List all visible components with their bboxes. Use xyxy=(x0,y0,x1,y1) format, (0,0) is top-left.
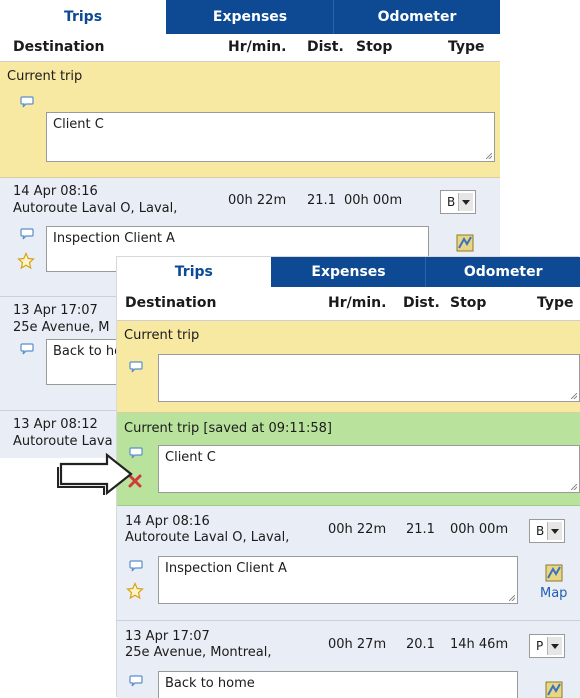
col-time: Hr/min. xyxy=(228,39,287,55)
trip-datetime: 14 Apr 08:16 xyxy=(13,184,98,199)
col-stop: Stop xyxy=(356,39,393,55)
col-distance: Dist. xyxy=(403,295,440,311)
tab-expenses[interactable]: Expenses xyxy=(167,0,334,34)
dropdown-arrow-icon xyxy=(458,193,473,211)
trip-datetime: 13 Apr 17:07 xyxy=(13,303,98,318)
tab-odometer[interactable]: Odometer xyxy=(426,257,580,287)
tab-trips[interactable]: Trips xyxy=(117,257,272,287)
col-destination: Destination xyxy=(13,39,105,55)
current-trip-row: Current trip xyxy=(117,321,580,413)
trip-type-select[interactable]: B xyxy=(440,190,476,214)
map-icon[interactable] xyxy=(545,564,563,582)
trips-panel-front: Trips Expenses Odometer Destination Hr/m… xyxy=(117,257,580,698)
map-icon[interactable] xyxy=(456,234,474,252)
current-trip-note[interactable] xyxy=(158,354,580,402)
trip-stop: 14h 46m xyxy=(450,637,509,652)
trip-distance: 21.1 xyxy=(406,522,435,537)
trip-type-select[interactable]: P xyxy=(529,634,565,658)
col-distance: Dist. xyxy=(307,39,344,55)
comment-bubble-icon[interactable] xyxy=(129,560,143,572)
saved-trip-row: Current trip [saved at 09:11:58] Client … xyxy=(117,413,580,506)
col-destination: Destination xyxy=(125,295,217,311)
column-header: Destination Hr/min. Dist. Stop Type xyxy=(117,287,580,321)
trip-datetime: 14 Apr 08:16 xyxy=(125,514,210,529)
trip-row: 14 Apr 08:16 Autoroute Laval O, Laval, 0… xyxy=(117,506,580,621)
dropdown-arrow-icon xyxy=(547,522,562,540)
trip-note[interactable]: Back to home xyxy=(158,671,518,698)
col-type: Type xyxy=(537,295,574,311)
trip-time: 00h 22m xyxy=(228,193,287,208)
current-trip-label: Current trip xyxy=(7,69,83,84)
trip-note[interactable]: Inspection Client A xyxy=(158,556,518,604)
comment-bubble-icon[interactable] xyxy=(20,96,34,108)
comment-bubble-icon[interactable] xyxy=(20,343,34,355)
comment-bubble-icon[interactable] xyxy=(20,228,34,240)
trip-type-value: B xyxy=(447,195,456,209)
tab-bar: Trips Expenses Odometer xyxy=(117,257,580,287)
trip-datetime: 13 Apr 08:12 xyxy=(13,417,98,432)
column-header: Destination Hr/min. Dist. Stop Type xyxy=(0,34,500,62)
saved-trip-note[interactable]: Client C xyxy=(158,445,580,493)
star-icon[interactable] xyxy=(17,252,35,270)
trip-address: Autoroute Laval O, Laval, xyxy=(125,530,290,545)
comment-bubble-icon[interactable] xyxy=(129,675,143,687)
current-trip-label: Current trip xyxy=(124,328,200,343)
dropdown-arrow-icon xyxy=(547,637,562,655)
arrow-right-icon xyxy=(57,452,133,496)
current-trip-row: Current trip Client C xyxy=(0,62,500,178)
star-icon[interactable] xyxy=(126,582,144,600)
trip-time: 00h 27m xyxy=(328,637,387,652)
tab-expenses[interactable]: Expenses xyxy=(272,257,427,287)
comment-bubble-icon[interactable] xyxy=(129,361,143,373)
trip-type-value: B xyxy=(536,524,545,538)
tab-trips[interactable]: Trips xyxy=(0,0,167,34)
col-stop: Stop xyxy=(450,295,487,311)
trip-distance: 21.1 xyxy=(307,193,336,208)
trip-distance: 20.1 xyxy=(406,637,435,652)
map-icon[interactable] xyxy=(545,681,563,698)
trip-time: 00h 22m xyxy=(328,522,387,537)
trip-stop: 00h 00m xyxy=(450,522,509,537)
col-time: Hr/min. xyxy=(328,295,387,311)
trip-type-select[interactable]: B xyxy=(529,519,565,543)
trip-address: Autoroute Lava xyxy=(13,434,113,449)
saved-trip-label: Current trip [saved at 09:11:58] xyxy=(124,421,332,436)
trip-address: 25e Avenue, M xyxy=(13,320,110,335)
trip-row: 13 Apr 17:07 25e Avenue, Montreal, 00h 2… xyxy=(117,621,580,698)
col-type: Type xyxy=(448,39,485,55)
trip-type-value: P xyxy=(536,639,544,653)
tab-odometer[interactable]: Odometer xyxy=(334,0,500,34)
trip-stop: 00h 00m xyxy=(344,193,403,208)
map-link[interactable]: Map xyxy=(540,586,567,601)
trip-address: 25e Avenue, Montreal, xyxy=(125,645,272,660)
current-trip-note[interactable]: Client C xyxy=(46,112,495,162)
trip-datetime: 13 Apr 17:07 xyxy=(125,629,210,644)
tab-bar: Trips Expenses Odometer xyxy=(0,0,500,34)
trip-address: Autoroute Laval O, Laval, xyxy=(13,201,178,216)
